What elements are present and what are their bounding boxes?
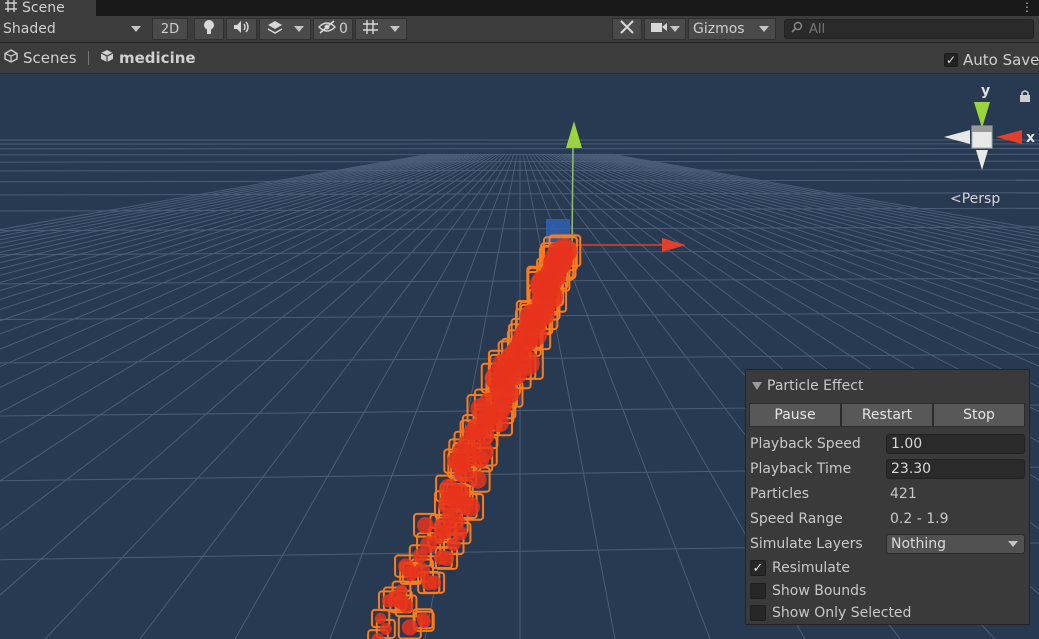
stop-button[interactable]: Stop — [933, 403, 1025, 427]
gizmos-label: Gizmos — [693, 21, 745, 37]
audio-toggle-button[interactable] — [226, 18, 257, 40]
particle-effect-title: Particle Effect — [767, 378, 864, 394]
search-placeholder: All — [809, 21, 826, 37]
tools-icon — [619, 19, 635, 39]
playback-time-row: Playback Time 23.30 — [750, 458, 1028, 480]
collapse-triangle-icon[interactable] — [752, 382, 762, 390]
particle-effect-panel: Particle Effect Pause Restart Stop Playb… — [745, 369, 1030, 625]
autosave-checkbox[interactable]: ✓ — [944, 53, 958, 67]
playback-speed-label: Playback Speed — [750, 436, 861, 452]
resimulate-label: Resimulate — [772, 560, 850, 576]
axis-y-label: y — [981, 83, 990, 99]
simulate-layers-row: Simulate Layers Nothing — [750, 533, 1028, 555]
camera-icon — [650, 21, 668, 37]
particles-label: Particles — [750, 486, 810, 502]
shading-mode-dropdown[interactable]: Shaded — [0, 18, 148, 40]
breadcrumb-scenes-label: Scenes — [23, 49, 77, 67]
resimulate-checkbox[interactable]: ✓ — [750, 560, 766, 576]
chevron-left-icon: < — [950, 191, 962, 207]
particles-row: Particles 421 — [750, 483, 1028, 505]
chevron-down-icon — [670, 26, 680, 32]
breadcrumb-separator — [88, 51, 89, 65]
speed-range-label: Speed Range — [750, 511, 843, 527]
grid-snap-dropdown[interactable] — [355, 18, 407, 40]
scene-toolbar: Shaded 2D 0 Gizmos All — [0, 16, 1039, 43]
speed-range-row: Speed Range 0.2 - 1.9 — [750, 508, 1028, 530]
chevron-down-icon — [390, 26, 400, 32]
playback-speed-field[interactable]: 1.00 — [886, 434, 1025, 454]
search-icon — [791, 21, 803, 37]
axis-x-label: x — [1026, 130, 1035, 146]
playback-time-label: Playback Time — [750, 461, 852, 477]
cube-icon — [100, 49, 114, 67]
show-only-selected-toggle[interactable]: Show Only Selected — [750, 603, 911, 623]
breadcrumb: Scenes medicine ✓ Auto Save — [0, 43, 1039, 74]
pause-button[interactable]: Pause — [749, 403, 841, 427]
camera-settings-dropdown[interactable] — [644, 18, 686, 40]
axis-neg-x-cone[interactable] — [944, 130, 970, 144]
playback-speed-row: Playback Speed 1.00 — [750, 433, 1028, 455]
playback-button-row: Pause Restart Stop — [749, 403, 1025, 427]
orientation-gizmo[interactable]: y x — [938, 82, 1038, 192]
chevron-down-icon — [294, 26, 304, 32]
breadcrumb-scene-name[interactable]: medicine — [100, 49, 196, 67]
tools-button[interactable] — [612, 18, 642, 40]
show-bounds-toggle[interactable]: Show Bounds — [750, 581, 866, 601]
autosave-label: Auto Save — [963, 51, 1039, 69]
projection-toggle[interactable]: <Persp — [950, 191, 1000, 207]
breadcrumb-scenes[interactable]: Scenes — [4, 49, 77, 67]
unity-logo-icon — [4, 49, 18, 67]
scene-tab-label: Scene — [22, 0, 65, 16]
particles-count: 421 — [890, 486, 917, 502]
lighting-toggle-button[interactable] — [194, 18, 224, 40]
show-only-selected-checkbox[interactable] — [750, 605, 766, 621]
grid-snap-icon — [362, 19, 380, 39]
resimulate-toggle[interactable]: ✓ Resimulate — [750, 558, 850, 578]
playback-time-field[interactable]: 23.30 — [886, 459, 1025, 479]
hidden-count: 0 — [339, 21, 348, 37]
gizmos-dropdown[interactable]: Gizmos — [688, 18, 776, 40]
axis-y-cone[interactable] — [974, 102, 990, 128]
chevron-down-icon — [131, 26, 141, 32]
chevron-down-icon — [759, 26, 769, 32]
eye-slash-icon — [318, 20, 337, 38]
shading-mode-label: Shaded — [3, 21, 56, 37]
hidden-objects-toggle[interactable]: 0 — [313, 18, 353, 40]
show-bounds-label: Show Bounds — [772, 583, 867, 599]
axis-neg-y-cone[interactable] — [976, 150, 988, 170]
effects-dropdown[interactable] — [259, 18, 311, 40]
2d-toggle-button[interactable]: 2D — [152, 18, 188, 40]
simulate-layers-dropdown[interactable]: Nothing — [886, 534, 1025, 554]
speed-range-value: 0.2 - 1.9 — [890, 511, 949, 527]
particle-effect-header[interactable]: Particle Effect — [752, 378, 863, 394]
axis-x-cone[interactable] — [996, 130, 1022, 144]
restart-button[interactable]: Restart — [841, 403, 933, 427]
center-cube-top — [972, 126, 992, 132]
show-bounds-checkbox[interactable] — [750, 583, 766, 599]
simulate-layers-value: Nothing — [891, 536, 947, 552]
simulate-layers-label: Simulate Layers — [750, 536, 863, 552]
vertical-ellipsis-icon[interactable]: ⋮ — [1021, 0, 1033, 14]
2d-toggle-label: 2D — [160, 21, 180, 37]
show-only-selected-label: Show Only Selected — [772, 605, 912, 621]
autosave-toggle[interactable]: ✓ Auto Save — [944, 51, 1039, 69]
scene-name-label: medicine — [119, 49, 196, 67]
lightbulb-icon — [203, 19, 215, 39]
scene-tab[interactable]: Scene — [0, 0, 96, 16]
chevron-down-icon — [1008, 541, 1018, 547]
window-tab-bar: Scene ⋮ — [0, 0, 1039, 16]
search-input[interactable]: All — [784, 19, 1034, 39]
grid-icon — [5, 0, 17, 16]
effects-layers-icon — [266, 19, 284, 39]
speaker-icon — [233, 20, 251, 38]
persp-label: Persp — [961, 191, 1001, 207]
